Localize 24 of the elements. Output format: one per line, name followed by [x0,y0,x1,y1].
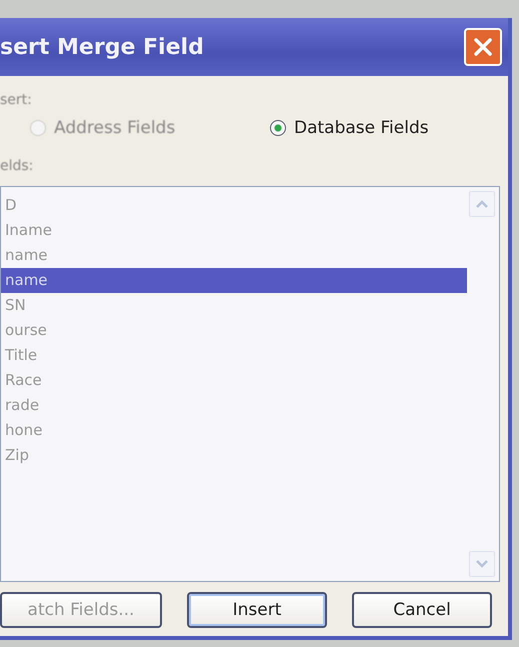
list-item[interactable]: ourse [1,318,467,343]
close-button[interactable] [464,28,502,66]
radio-label[interactable]: Address Fields [54,118,176,138]
list-item[interactable]: Title [1,343,467,368]
window-title: sert Merge Field [0,34,204,60]
list-item[interactable]: hone [1,418,467,443]
close-icon [472,36,494,58]
list-item[interactable]: D [1,193,467,218]
radio-label[interactable]: Database Fields [294,118,429,138]
list-item[interactable]: Race [1,368,467,393]
radio-button[interactable] [270,120,286,136]
fields-label: elds: [0,158,34,174]
list-item[interactable]: SN [1,293,467,318]
scroll-up-button[interactable] [469,191,495,217]
list-item[interactable]: rade [1,393,467,418]
dialog-button[interactable]: Insert [187,592,327,628]
list-item[interactable]: name [1,268,467,293]
dialog-button[interactable]: Cancel [352,592,492,628]
insert-label: sert: [0,92,33,108]
scroll-down-button[interactable] [469,551,495,577]
dialog-button[interactable]: atch Fields... [0,592,162,628]
list-item[interactable]: name [1,243,467,268]
list-item[interactable]: Iname [1,218,467,243]
list-item[interactable]: Zip [1,443,467,468]
